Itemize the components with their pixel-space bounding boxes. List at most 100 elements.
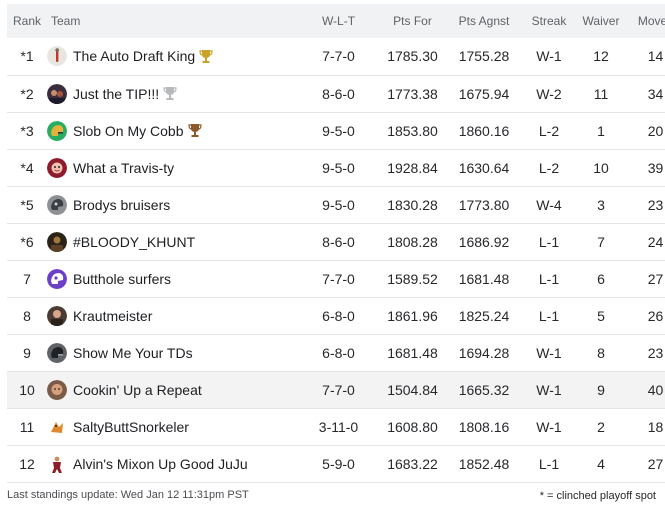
column-header-wlt[interactable]: W-L-T (297, 4, 380, 38)
team-cell: Krautmeister (47, 297, 297, 334)
dark-helmet-avatar-icon[interactable] (47, 342, 67, 363)
pts-against-cell: 1773.80 (458, 196, 510, 213)
moves-cell: 20 (647, 122, 664, 139)
rank-cell: 12 (19, 455, 35, 472)
rank-cell: 9 (23, 344, 31, 361)
team-name-link[interactable]: Just the TIP!!! (73, 86, 159, 102)
team-cell: The Auto Draft King (47, 38, 297, 75)
wlt-cell: 6-8-0 (322, 307, 355, 324)
action-figure-avatar-icon[interactable] (47, 453, 67, 474)
waiver-cell: 11 (593, 85, 609, 102)
pts-for-cell: 1504.84 (387, 381, 438, 398)
team-name-link[interactable]: The Auto Draft King (73, 48, 195, 64)
streak-cell: L-1 (538, 455, 560, 472)
standings-row: *1 The Auto Draft King 7-7-0 1785.30 1755.28… (7, 38, 665, 75)
rank-cell: *4 (20, 159, 34, 176)
team-name-link[interactable]: What a Travis-ty (73, 160, 174, 176)
streak-cell: L-2 (538, 159, 560, 176)
column-header-rank[interactable]: Rank (7, 4, 47, 38)
rank-cell: *5 (20, 196, 34, 213)
pts-for-cell: 1861.96 (387, 307, 438, 324)
column-header-pts-for[interactable]: Pts For (380, 4, 445, 38)
wlt-cell: 3-11-0 (318, 418, 359, 435)
team-name-link[interactable]: SaltyButtSnorkeler (73, 419, 189, 435)
wlt-cell: 8-6-0 (322, 85, 355, 102)
pts-for-cell: 1853.80 (387, 122, 438, 139)
standings-header-row: Rank Team W-L-T Pts For Pts Agnst Streak… (7, 4, 665, 38)
portrait-avatar-icon[interactable] (47, 305, 67, 326)
team-cell: #BLOODY_KHUNT (47, 223, 297, 260)
team-name-link[interactable]: Slob On My Cobb (73, 123, 184, 139)
streak-cell: W-2 (536, 85, 562, 102)
team-name-link[interactable]: Alvin's Mixon Up Good JuJu (73, 456, 248, 472)
cartoon-avatar-icon[interactable] (47, 416, 67, 437)
green-helmet-avatar-icon[interactable] (47, 120, 67, 141)
waiver-cell: 4 (597, 455, 605, 472)
streak-cell: W-1 (536, 344, 562, 361)
purple-helmet-avatar-icon[interactable] (47, 268, 67, 289)
streak-cell: W-4 (536, 196, 562, 213)
rank-cell: 10 (19, 381, 35, 398)
pts-for-cell: 1681.48 (387, 344, 438, 361)
waiver-cell: 10 (593, 159, 609, 176)
dark-photo-avatar-icon[interactable] (47, 231, 67, 252)
red-face-avatar-icon[interactable] (47, 157, 67, 178)
pts-for-cell: 1830.28 (387, 196, 438, 213)
pts-against-cell: 1665.32 (458, 381, 510, 398)
team-name-link[interactable]: Brodys bruisers (73, 197, 170, 213)
team-cell: Butthole surfers (47, 260, 297, 297)
team-name-link[interactable]: #BLOODY_KHUNT (73, 234, 195, 250)
streak-cell: L-2 (538, 122, 560, 139)
standings-row: 12 Alvin's Mixon Up Good JuJu 5-9-0 1683.22… (7, 445, 665, 482)
standings-row: *3 Slob On My Cobb 9-5-0 1853.80 1860.16 L-2 1… (7, 112, 665, 149)
waiver-cell: 12 (593, 48, 609, 65)
rank-cell: *2 (20, 85, 34, 102)
pts-against-cell: 1630.64 (458, 159, 510, 176)
pts-against-cell: 1686.92 (458, 233, 510, 250)
column-header-streak[interactable]: Streak (523, 4, 575, 38)
column-header-moves[interactable]: Moves (627, 4, 665, 38)
column-header-waiver[interactable]: Waiver (575, 4, 627, 38)
moves-cell: 39 (647, 159, 664, 176)
waiver-cell: 2 (597, 418, 605, 435)
gold-trophy-icon (199, 49, 213, 64)
standings-row: *2 Just the TIP!!! 8-6-0 1773.38 1675.94 W-2 1… (7, 75, 665, 112)
standings-body: *1 The Auto Draft King 7-7-0 1785.30 1755.28… (7, 38, 665, 482)
column-header-team[interactable]: Team (47, 4, 297, 38)
team-name-link[interactable]: Cookin' Up a Repeat (73, 382, 202, 398)
pts-for-cell: 1785.30 (387, 48, 438, 65)
wlt-cell: 7-7-0 (322, 381, 355, 398)
streak-cell: L-1 (538, 270, 560, 287)
pts-for-cell: 1683.22 (387, 455, 438, 472)
silver-trophy-icon (163, 86, 177, 101)
team-name-link[interactable]: Show Me Your TDs (73, 345, 193, 361)
standings-row: 10 Cookin' Up a Repeat 7-7-0 1504.84 1665.32… (7, 371, 665, 408)
waiver-cell: 5 (597, 307, 605, 324)
moves-cell: 23 (647, 196, 664, 213)
auto-draft-avatar-icon[interactable] (47, 46, 67, 67)
streak-cell: W-1 (536, 418, 562, 435)
face-photo-avatar-icon[interactable] (47, 379, 67, 400)
waiver-cell: 6 (597, 270, 605, 287)
waiver-cell: 1 (597, 122, 605, 139)
gray-helmet-avatar-icon[interactable] (47, 194, 67, 215)
moves-cell: 40 (647, 381, 664, 398)
rank-cell: *1 (20, 48, 34, 65)
team-name-link[interactable]: Krautmeister (73, 308, 152, 324)
column-header-pts-against[interactable]: Pts Agnst (445, 4, 523, 38)
standings-row: *6 #BLOODY_KHUNT 8-6-0 1808.28 1686.92 L-1 7 24 (7, 223, 665, 260)
team-name-link[interactable]: Butthole surfers (73, 271, 171, 287)
team-cell: Alvin's Mixon Up Good JuJu (47, 445, 297, 482)
pts-for-cell: 1608.80 (387, 418, 438, 435)
wlt-cell: 9-5-0 (322, 122, 355, 139)
team-cell: Show Me Your TDs (47, 334, 297, 371)
rank-cell: *3 (20, 122, 34, 139)
last-update-text: Last standings update: Wed Jan 12 11:31p… (7, 489, 249, 501)
pts-against-cell: 1681.48 (458, 270, 510, 287)
wlt-cell: 5-9-0 (322, 455, 355, 472)
moves-cell: 23 (647, 344, 664, 361)
pts-against-cell: 1694.28 (458, 344, 510, 361)
moves-cell: 34 (647, 85, 664, 102)
team-photo-avatar-icon[interactable] (47, 83, 67, 104)
wlt-cell: 9-5-0 (322, 196, 355, 213)
